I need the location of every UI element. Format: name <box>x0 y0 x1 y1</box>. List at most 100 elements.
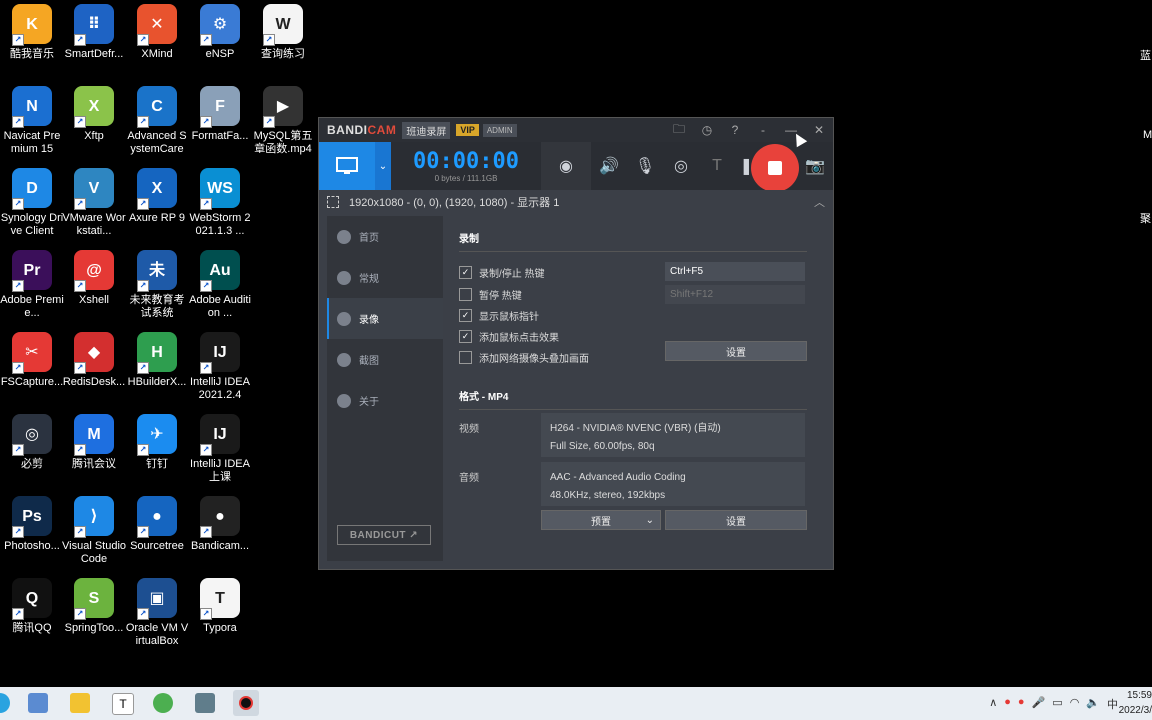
desktop-icon-label: Oracle VM VirtualBox <box>125 622 189 647</box>
desktop-icon[interactable]: ✈ ↗ 钉钉 <box>125 414 189 471</box>
desktop-icon[interactable]: ⠿ ↗ SmartDefr... <box>62 4 126 61</box>
desktop-icon[interactable]: K ↗ 酷我音乐 <box>0 4 64 61</box>
folder-icon[interactable]: 🗀 <box>671 120 687 141</box>
tray-icon[interactable]: ● <box>1004 696 1011 712</box>
sidebar-item-label: 关于 <box>359 397 379 408</box>
screen-mode-button[interactable] <box>319 142 375 190</box>
checkbox[interactable] <box>459 351 472 364</box>
bandicut-button[interactable]: BANDICUT ↗ <box>337 525 431 545</box>
tray-icon[interactable]: ▭ <box>1052 696 1062 712</box>
sidebar-item[interactable]: 截图 <box>327 339 443 380</box>
preset-dropdown[interactable]: 预置 ⌄ <box>541 510 661 530</box>
desktop-icon[interactable]: ▣ ↗ Oracle VM VirtualBox <box>125 578 189 648</box>
clock[interactable]: 15:59 2022/3/ <box>1118 688 1152 718</box>
webcam-button[interactable]: ◉ <box>541 142 591 190</box>
checkbox[interactable]: ✓ <box>459 330 472 343</box>
checkbox[interactable]: ✓ <box>459 309 472 322</box>
option-row[interactable]: 暂停 热键 <box>459 287 522 302</box>
desktop-icon[interactable]: T ↗ Typora <box>188 578 252 635</box>
desktop-icon[interactable]: Ps ↗ Photosho... <box>0 496 64 553</box>
tray-icon[interactable]: 🎤 <box>1032 696 1046 712</box>
title-bar[interactable]: BANDICAM 班迪录屏 VIP ADMIN 🗀 ◷ ? - — ✕ <box>319 118 833 142</box>
help-icon[interactable]: ? <box>727 123 743 137</box>
app-icon: T ↗ <box>200 578 240 620</box>
typora-icon[interactable]: T <box>112 693 134 715</box>
desktop-icon-label: FormatFa... <box>191 130 249 142</box>
desktop-icon[interactable]: ▶ ↗ MySQL第五章函数.mp4 <box>251 86 315 156</box>
text-button[interactable]: T <box>699 142 735 190</box>
desktop-icon[interactable]: @ ↗ Xshell <box>62 250 126 307</box>
desktop-icon[interactable]: Pr ↗ Adobe Premie... <box>0 250 64 320</box>
desktop-icon-label: MySQL第五章函数.mp4 <box>253 130 313 155</box>
option-row[interactable]: 添加网络摄像头叠加画面 <box>459 350 589 365</box>
desktop-icon[interactable]: IJ ↗ IntelliJ IDEA 上课 <box>188 414 252 484</box>
audio-format-box[interactable]: AAC - Advanced Audio Coding 48.0KHz, ste… <box>541 462 805 506</box>
screenshot-button[interactable]: 📷 <box>797 142 833 190</box>
desktop-icon[interactable]: M ↗ 腾讯会议 <box>62 414 126 471</box>
desktop-icon[interactable]: X ↗ Xftp <box>62 86 126 143</box>
desktop-icon[interactable]: Au ↗ Adobe Audition ... <box>188 250 252 320</box>
sidebar-item[interactable]: 录像 <box>327 298 443 339</box>
bandicam-taskbar-icon[interactable] <box>233 690 259 716</box>
dash-icon[interactable]: - <box>755 123 771 137</box>
checkbox[interactable]: ✓ <box>459 266 472 279</box>
desktop-icon[interactable]: H ↗ HBuilderX... <box>125 332 189 389</box>
option-row[interactable]: ✓ 录制/停止 热键 <box>459 265 545 280</box>
option-row[interactable]: ✓ 添加鼠标点击效果 <box>459 329 559 344</box>
history-icon[interactable]: ◷ <box>699 123 715 137</box>
tray-icon[interactable]: 中 <box>1107 696 1118 712</box>
desktop-icon[interactable]: F ↗ FormatFa... <box>188 86 252 143</box>
desktop-icon[interactable]: W ↗ 查询练习 <box>251 4 315 61</box>
webcam-settings-button[interactable]: 设置 <box>665 341 807 361</box>
desktop-icon[interactable]: S ↗ SpringToo... <box>62 578 126 635</box>
sidebar-item[interactable]: 首页 <box>327 216 443 257</box>
checkbox[interactable] <box>459 288 472 301</box>
desktop-icon[interactable]: ◆ ↗ RedisDesk... <box>62 332 126 389</box>
desktop-icon[interactable]: C ↗ Advanced SystemCare <box>125 86 189 156</box>
desktop-icon[interactable]: V ↗ VMware Workstati... <box>62 168 126 238</box>
desktop-icon[interactable]: ◎ ↗ 必剪 <box>0 414 64 471</box>
sidebar-item[interactable]: 关于 <box>327 380 443 421</box>
tray-icon[interactable]: ∧ <box>989 696 997 712</box>
edge-browser-icon[interactable] <box>0 693 10 713</box>
mode-dropdown-button[interactable]: ⌄ <box>375 142 391 190</box>
option-row[interactable]: ✓ 显示鼠标指针 <box>459 308 539 323</box>
desktop-icon[interactable]: ✕ ↗ XMind <box>125 4 189 61</box>
desktop-icon[interactable]: WS ↗ WebStorm 2021.1.3 ... <box>188 168 252 238</box>
tray-icon[interactable]: 🔈 <box>1086 696 1100 712</box>
microphone-button[interactable]: 🎙 <box>627 142 663 190</box>
calculator-icon[interactable] <box>195 693 215 713</box>
desktop-icon[interactable]: D ↗ Synology Drive Client <box>0 168 64 238</box>
desktop-icon[interactable]: ⟩ ↗ Visual Studio Code <box>62 496 126 566</box>
desktop-icon[interactable]: Q ↗ 腾讯QQ <box>0 578 64 635</box>
region-bar[interactable]: 1920x1080 - (0, 0), (1920, 1080) - 显示器 1… <box>319 190 833 214</box>
close-button[interactable]: ✕ <box>811 123 827 137</box>
file-size: 0 bytes / 111.1GB <box>434 174 498 183</box>
desktop-icon[interactable]: ✂ ↗ FSCapture... <box>0 332 64 389</box>
video-format-box[interactable]: H264 - NVIDIA® NVENC (VBR) (自动) Full Siz… <box>541 413 805 457</box>
sidebar-item[interactable]: 常规 <box>327 257 443 298</box>
record-hotkey-field[interactable]: Ctrl+F5 <box>665 262 805 281</box>
desktop-icon[interactable]: X ↗ Axure RP 9 <box>125 168 189 225</box>
mouse-effect-button[interactable]: ◎ <box>663 142 699 190</box>
format-settings-button[interactable]: 设置 <box>665 510 807 530</box>
monitor-icon <box>336 157 358 174</box>
sidebar-item-label: 常规 <box>359 274 379 285</box>
speaker-button[interactable]: 🔊 <box>591 142 627 190</box>
pause-hotkey-field[interactable]: Shift+F12 <box>665 285 805 304</box>
tray-icon[interactable]: ● <box>1018 696 1025 712</box>
desktop-icon[interactable]: ● ↗ Sourcetree <box>125 496 189 553</box>
stop-record-button[interactable] <box>751 144 799 192</box>
desktop-icon-label: Navicat Premium 15 <box>3 130 61 155</box>
file-explorer-icon[interactable] <box>70 693 90 713</box>
remote-desktop-icon[interactable] <box>28 693 48 713</box>
desktop-icon[interactable]: N ↗ Navicat Premium 15 <box>0 86 64 156</box>
chevron-up-icon[interactable]: ︿ <box>814 194 825 210</box>
chrome-icon[interactable] <box>153 693 173 713</box>
desktop-icon-label: Axure RP 9 <box>128 212 186 224</box>
desktop-icon[interactable]: IJ ↗ IntelliJ IDEA 2021.2.4 <box>188 332 252 402</box>
tray-icon[interactable]: ◠ <box>1070 696 1080 712</box>
desktop-icon[interactable]: ⚙ ↗ eNSP <box>188 4 252 61</box>
desktop-icon[interactable]: ● ↗ Bandicam... <box>188 496 252 553</box>
desktop-icon[interactable]: 未 ↗ 未来教育考试系统 <box>125 250 189 320</box>
